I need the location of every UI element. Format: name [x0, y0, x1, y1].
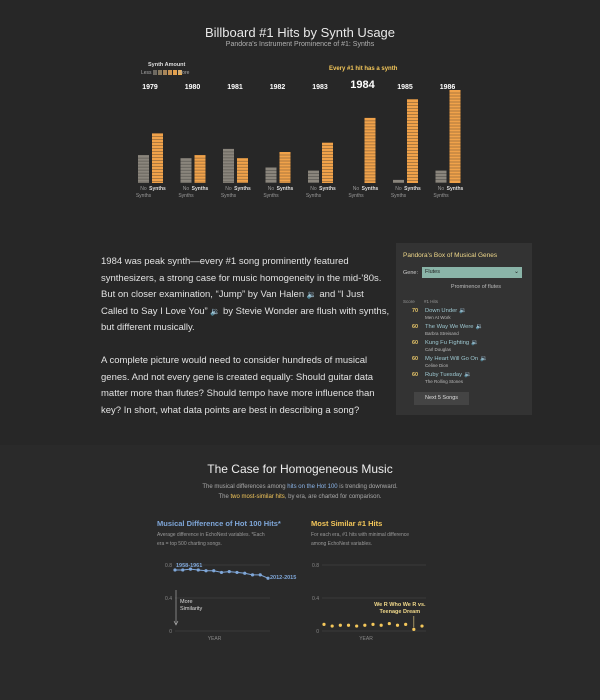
similar-hit-point: [379, 623, 383, 627]
start-era-label: 1958-1961: [176, 563, 202, 569]
similar-hit-point: [330, 624, 334, 628]
callout-label: We R Who We R vs.: [374, 602, 426, 608]
similar-hit-point: [412, 627, 416, 631]
difference-point: [250, 573, 255, 577]
similar-hit-point: [420, 624, 424, 628]
callout-label: Teenage Dream: [380, 609, 421, 615]
x-axis-label: YEAR: [208, 636, 222, 642]
similar-hit-point: [363, 623, 367, 627]
difference-point: [235, 570, 239, 575]
similar-hit-point: [355, 624, 359, 628]
difference-point: [219, 570, 224, 575]
similar-hit-point: [322, 622, 326, 627]
more-similarity-label: More: [180, 599, 193, 605]
difference-point: [243, 571, 247, 575]
y-tick-label: 0.4: [165, 596, 172, 602]
x-axis-label: YEAR: [359, 636, 373, 642]
more-similarity-label: Similarity: [180, 606, 203, 612]
similar-hit-point: [346, 623, 351, 627]
similar-hit-point: [371, 622, 375, 627]
similar-hit-point: [395, 623, 400, 627]
y-tick-label: 0.8: [165, 563, 172, 569]
similar-hit-point: [387, 621, 391, 626]
y-tick-label: 0: [169, 629, 172, 635]
end-era-label: 2012-2015: [270, 575, 296, 581]
difference-point: [204, 569, 208, 573]
difference-point: [258, 573, 262, 577]
difference-point: [227, 570, 231, 574]
y-tick-label: 0.4: [312, 596, 319, 602]
y-tick-label: 0: [316, 629, 319, 635]
similar-hit-point: [338, 623, 342, 627]
similar-hit-point: [404, 622, 408, 627]
homogeneity-charts: 0.8 0.4 0 YEAR 1958-1961 2012-2015 MoreSimilar…: [165, 563, 426, 642]
difference-point: [212, 569, 216, 573]
y-tick-label: 0.8: [312, 563, 319, 569]
